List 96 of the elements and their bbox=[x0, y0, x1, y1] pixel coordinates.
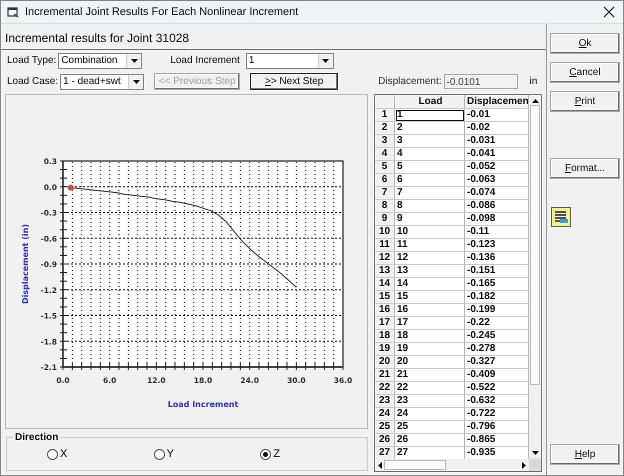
row-header: 21 bbox=[375, 369, 395, 382]
row-header: 9 bbox=[375, 213, 395, 226]
help-button[interactable]: Help bbox=[550, 444, 620, 465]
row-header: 20 bbox=[375, 356, 395, 369]
close-icon[interactable] bbox=[603, 6, 615, 18]
row-header: 10 bbox=[375, 226, 395, 239]
table-cell: 25 bbox=[395, 421, 465, 434]
table-cell: 21 bbox=[395, 369, 465, 382]
table-cell: 19 bbox=[395, 343, 465, 356]
next-step-button[interactable]: >> Next Step bbox=[250, 73, 338, 90]
table-cell: 22 bbox=[395, 382, 465, 395]
row-header: 12 bbox=[375, 252, 395, 265]
table-cell: 18 bbox=[395, 330, 465, 343]
table-cell: 5 bbox=[395, 161, 465, 174]
format-button[interactable]: Format... bbox=[550, 158, 620, 179]
row-header: 19 bbox=[375, 343, 395, 356]
row-header: 7 bbox=[375, 187, 395, 200]
field-label: Load Type: bbox=[7, 55, 56, 66]
section-header: Incremental results for Joint 31028 bbox=[1, 24, 546, 50]
table-cell: 11 bbox=[395, 239, 465, 252]
row-header: 2 bbox=[375, 122, 395, 135]
row-header: 8 bbox=[375, 200, 395, 213]
table-cell: 7 bbox=[395, 187, 465, 200]
load-increment-dropdown[interactable]: 1 bbox=[246, 52, 334, 68]
group-title: Direction bbox=[13, 432, 60, 443]
scroll-left-icon[interactable] bbox=[378, 462, 382, 468]
field-label: Load Case: bbox=[7, 76, 58, 87]
header-cell bbox=[375, 95, 395, 109]
row-header: 24 bbox=[375, 408, 395, 421]
dialog-button[interactable]: Ok bbox=[550, 33, 620, 54]
table-cell: 17 bbox=[395, 317, 465, 330]
table-cell: 26 bbox=[395, 434, 465, 447]
table-cell: 12 bbox=[395, 252, 465, 265]
scroll-thumb[interactable] bbox=[384, 460, 446, 470]
row-header: 27 bbox=[375, 447, 395, 459]
row-header: 1 bbox=[375, 109, 395, 122]
row-header: 25 bbox=[375, 421, 395, 434]
field-label: Displacement: bbox=[378, 76, 442, 87]
table-cell: 2 bbox=[395, 122, 465, 135]
table-cell: 9 bbox=[395, 213, 465, 226]
dialog-button[interactable]: Print bbox=[550, 91, 620, 112]
table-cell: 8 bbox=[395, 200, 465, 213]
window-title: Incremental Joint Results For Each Nonlinear Increment bbox=[25, 6, 300, 18]
scroll-up-icon[interactable] bbox=[532, 99, 538, 103]
y-axis-title: Displacement (in) bbox=[21, 224, 30, 304]
scrollbar-corner bbox=[529, 459, 541, 471]
radio-label[interactable]: X bbox=[60, 448, 68, 460]
unit-label: in bbox=[530, 76, 538, 87]
column-header[interactable]: Load bbox=[395, 95, 465, 109]
load-case-dropdown[interactable]: 1 - dead+swt bbox=[60, 74, 144, 90]
row-header: 5 bbox=[375, 161, 395, 174]
row-header: 22 bbox=[375, 382, 395, 395]
radio-label[interactable]: Z bbox=[273, 448, 280, 460]
table-cell: 23 bbox=[395, 395, 465, 408]
window-icon bbox=[7, 6, 19, 18]
radio-button[interactable] bbox=[154, 448, 165, 460]
row-header: 26 bbox=[375, 434, 395, 447]
radio-button[interactable] bbox=[260, 448, 272, 460]
radio-button[interactable] bbox=[47, 448, 58, 460]
table-cell: 15 bbox=[395, 291, 465, 304]
row-header: 11 bbox=[375, 239, 395, 252]
vertical-scrollbar[interactable] bbox=[529, 95, 541, 459]
scroll-thumb[interactable] bbox=[530, 105, 540, 385]
row-header: 6 bbox=[375, 174, 395, 187]
dropdown-arrow-icon[interactable] bbox=[130, 58, 138, 62]
row-header: 13 bbox=[375, 265, 395, 278]
dropdown-arrow-icon[interactable] bbox=[132, 80, 140, 84]
list-settings-icon[interactable] bbox=[551, 207, 571, 227]
point-marker bbox=[68, 184, 74, 191]
field-label: Load Increment bbox=[170, 55, 240, 66]
x-axis-title: Load Increment bbox=[168, 400, 238, 409]
row-header: 18 bbox=[375, 330, 395, 343]
radio-label[interactable]: Y bbox=[166, 448, 174, 460]
table-cell: 10 bbox=[395, 226, 465, 239]
row-header: 17 bbox=[375, 317, 395, 330]
table-cell: 6 bbox=[395, 174, 465, 187]
horizontal-scrollbar[interactable] bbox=[375, 459, 529, 471]
load-type-dropdown[interactable]: Combination bbox=[58, 52, 142, 68]
scroll-right-icon[interactable] bbox=[522, 462, 526, 468]
table-cell: 3 bbox=[395, 135, 465, 148]
row-header: 3 bbox=[375, 135, 395, 148]
table-cell: 16 bbox=[395, 304, 465, 317]
table-cell: 4 bbox=[395, 148, 465, 161]
dropdown-arrow-icon[interactable] bbox=[322, 58, 330, 62]
table-cell: 13 bbox=[395, 265, 465, 278]
row-header: 15 bbox=[375, 291, 395, 304]
row-header: 14 bbox=[375, 278, 395, 291]
row-header: 4 bbox=[375, 148, 395, 161]
table-cell: 14 bbox=[395, 278, 465, 291]
table-cell: 20 bbox=[395, 356, 465, 369]
row-header: 23 bbox=[375, 395, 395, 408]
column-header[interactable]: Displacemen bbox=[465, 95, 529, 109]
scroll-down-icon[interactable] bbox=[532, 451, 538, 455]
table-cell: 24 bbox=[395, 408, 465, 421]
dialog-button[interactable]: Cancel bbox=[550, 62, 620, 83]
row-header: 16 bbox=[375, 304, 395, 317]
